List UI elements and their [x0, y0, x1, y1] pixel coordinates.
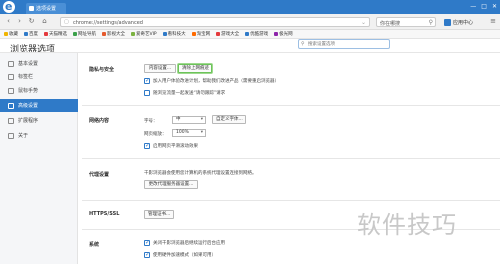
- hardware-acceleration-checkbox[interactable]: [144, 251, 150, 258]
- sidebar-item-advanced[interactable]: 高级设置: [0, 99, 78, 112]
- sidebar-item-extensions[interactable]: 扩展程序: [0, 114, 78, 127]
- section-divider: [82, 158, 500, 159]
- search-icon[interactable]: ⚲: [429, 19, 433, 26]
- zoom-label: 网页缩放：: [144, 132, 167, 137]
- bookmark-icon: [274, 32, 279, 36]
- proxy-description: 千影浏览器会使用您计算机的系统代理设置连接到网络。: [144, 171, 257, 176]
- bookmark-item[interactable]: 极光网: [274, 31, 293, 37]
- custom-font-button[interactable]: 自定义字体...: [212, 115, 246, 124]
- dropdown-chevron-icon[interactable]: ⌄: [361, 19, 366, 26]
- bookmark-icon: [44, 32, 48, 36]
- background-apps-checkbox[interactable]: [144, 239, 150, 246]
- settings-icon: [8, 60, 14, 67]
- advanced-icon: [8, 102, 14, 109]
- search-box[interactable]: 你在哪搜 ⚲: [376, 17, 436, 27]
- refresh-icon[interactable]: ↻: [27, 17, 36, 26]
- smooth-scroll-checkbox-row[interactable]: 启用网页平滑滚动效果: [144, 142, 198, 149]
- sidebar: 基本设置 标签栏 鼠标手势 高级设置 扩展程序 关于: [0, 53, 78, 264]
- content-settings-button[interactable]: 内容设置...: [144, 64, 176, 73]
- chevron-down-icon: ▾: [200, 130, 203, 135]
- navigation-bar: ‹ › ↻ ⌂ ▢ chrome://settings/advanced ⌄ 你…: [0, 14, 500, 30]
- sidebar-item-tabs[interactable]: 标签栏: [0, 70, 78, 83]
- page-icon: ▢: [64, 19, 69, 25]
- zoom-select[interactable]: 100% ▾: [172, 129, 206, 137]
- bookmark-icon: [191, 32, 196, 36]
- section-divider: [82, 200, 500, 201]
- bookmark-icon: [73, 32, 77, 36]
- font-size-label: 字号：: [144, 119, 158, 124]
- background-apps-checkbox-row[interactable]: 关闭千影浏览器后继续运行后台应用: [144, 239, 225, 246]
- bookmark-icon: [162, 32, 167, 36]
- bookmark-item[interactable]: 游戏大全: [216, 31, 239, 37]
- bookmark-icon: [24, 32, 28, 36]
- sidebar-item-about[interactable]: 关于: [0, 129, 78, 142]
- window-controls: — □ ✕: [470, 3, 497, 11]
- app-center-label: 应用中心: [453, 19, 474, 26]
- settings-search-input[interactable]: [308, 41, 388, 48]
- minimize-button[interactable]: —: [470, 3, 476, 11]
- ux-improvement-checkbox-row[interactable]: 加入用户体验改进计划，帮助我们改进产品（需要重启浏览器）: [144, 77, 279, 84]
- maximize-button[interactable]: □: [481, 3, 487, 11]
- grid-icon: [444, 18, 451, 26]
- home-icon[interactable]: ⌂: [40, 17, 49, 26]
- bookmark-icon: [131, 32, 135, 36]
- search-icon: ⚲: [301, 41, 305, 47]
- bookmark-icon: [216, 32, 221, 36]
- star-icon: [4, 32, 8, 36]
- clear-browsing-data-button[interactable]: 清除上网痕迹: [178, 64, 212, 73]
- section-privacy-label: 隐私与安全: [89, 67, 115, 73]
- gear-icon: [29, 6, 34, 11]
- font-size-select[interactable]: 中 ▾: [172, 116, 206, 124]
- manage-certificates-button[interactable]: 管理证书...: [144, 210, 174, 219]
- section-system-label: 系统: [89, 242, 100, 248]
- smooth-scroll-checkbox[interactable]: [144, 142, 150, 149]
- bookmark-icon: [245, 32, 250, 36]
- bookmark-item[interactable]: 优酷游戏: [245, 31, 268, 37]
- bookmark-item[interactable]: 天猫精选: [44, 31, 67, 37]
- section-web-content-label: 网络内容: [89, 118, 110, 124]
- forward-arrow-icon[interactable]: ›: [15, 17, 24, 26]
- change-proxy-button[interactable]: 更改代理服务器设置...: [144, 180, 198, 189]
- bookmark-item[interactable]: 百度: [24, 31, 38, 37]
- mouse-icon: [8, 87, 14, 94]
- do-not-track-checkbox[interactable]: [144, 90, 150, 96]
- settings-search[interactable]: ⚲: [298, 39, 390, 49]
- bookmark-item[interactable]: 看科技大: [162, 31, 186, 37]
- bookmark-item[interactable]: 网址导航: [73, 31, 96, 37]
- bookmarks-bar: 收藏 百度 天猫精选 网址导航 影视大全 爱奇艺VIP 看科技大 淘宝网 游戏大…: [0, 30, 500, 39]
- do-not-track-checkbox-row[interactable]: 随浏览流量一起发送“请勿跟踪”请求: [144, 90, 225, 96]
- bookmark-item[interactable]: 影视大全: [102, 31, 125, 37]
- back-arrow-icon[interactable]: ‹: [4, 17, 13, 26]
- bookmark-item[interactable]: 爱奇艺VIP: [131, 31, 157, 37]
- address-url: chrome://settings/advanced: [73, 20, 143, 26]
- bookmark-item[interactable]: 淘宝网: [191, 31, 210, 37]
- puzzle-icon: [8, 117, 14, 124]
- address-bar[interactable]: ▢ chrome://settings/advanced ⌄: [60, 17, 370, 27]
- tab-icon: [8, 73, 14, 80]
- section-proxy-label: 代理设置: [89, 172, 110, 178]
- section-https-label: HTTPS/SSL: [89, 211, 120, 217]
- browser-logo-icon: [3, 0, 15, 13]
- sidebar-item-basic[interactable]: 基本设置: [0, 57, 78, 70]
- menu-icon[interactable]: ≡: [490, 17, 496, 25]
- hardware-acceleration-checkbox-row[interactable]: 使用硬件加速模式（如果可用）: [144, 251, 216, 258]
- section-divider: [82, 105, 500, 106]
- title-bar: 选项设置 — □ ✕: [0, 0, 500, 14]
- close-button[interactable]: ✕: [492, 3, 497, 11]
- bookmark-icon: [102, 32, 106, 36]
- ux-improvement-checkbox[interactable]: [144, 77, 150, 84]
- sidebar-item-mouse-gestures[interactable]: 鼠标手势: [0, 84, 78, 97]
- bookmark-item[interactable]: 收藏: [4, 31, 18, 37]
- watermark: 软件技巧: [357, 211, 457, 239]
- search-box-text: 你在哪搜: [380, 21, 401, 27]
- info-icon: [8, 132, 14, 139]
- tab-settings[interactable]: 选项设置: [26, 3, 66, 14]
- app-center-button[interactable]: 应用中心: [444, 17, 473, 27]
- chevron-down-icon: ▾: [200, 117, 203, 122]
- tab-title: 选项设置: [36, 6, 57, 12]
